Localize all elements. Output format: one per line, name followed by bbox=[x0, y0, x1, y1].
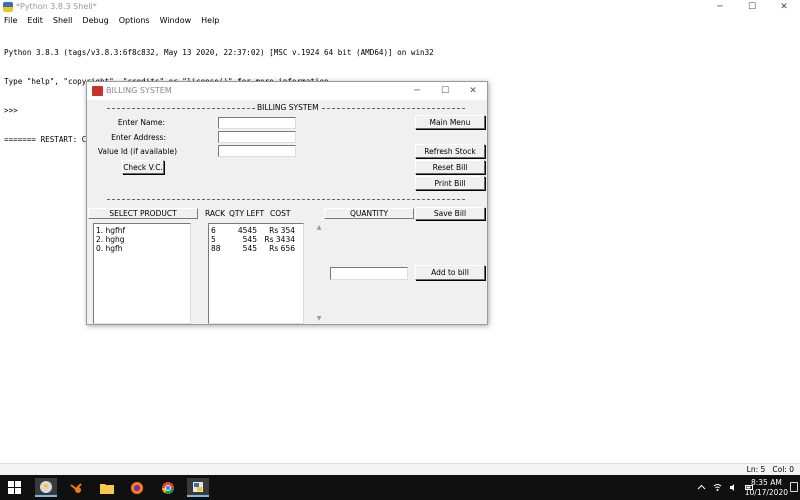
refresh-stock-button[interactable]: Refresh Stock bbox=[415, 144, 485, 158]
divider bbox=[107, 199, 465, 200]
name-field[interactable] bbox=[218, 117, 296, 129]
stock-rack-column: 6 5 88 bbox=[211, 226, 221, 253]
wifi-icon[interactable] bbox=[713, 483, 722, 492]
menu-shell[interactable]: Shell bbox=[53, 15, 73, 27]
close-icon[interactable]: ✕ bbox=[768, 0, 800, 14]
menu-options[interactable]: Options bbox=[119, 15, 150, 27]
menu-file[interactable]: File bbox=[4, 15, 17, 27]
value-id-field[interactable] bbox=[218, 145, 296, 157]
folder-icon[interactable] bbox=[96, 478, 118, 497]
maximize-icon[interactable]: ☐ bbox=[736, 0, 768, 14]
close-icon[interactable]: ✕ bbox=[459, 82, 487, 100]
qty-cell: 4545 bbox=[237, 226, 257, 235]
maximize-icon[interactable]: ☐ bbox=[431, 82, 459, 100]
minimize-icon[interactable]: ─ bbox=[403, 82, 431, 100]
product-listbox[interactable]: 1. hgfhf 2. hghg 0. hgfh bbox=[93, 223, 191, 324]
scroll-down-icon[interactable]: ▼ bbox=[315, 315, 323, 322]
idle-python-icon[interactable] bbox=[35, 478, 57, 497]
save-bill-button[interactable]: Save Bill bbox=[415, 207, 485, 220]
section-heading: BILLING SYSTEM bbox=[256, 103, 320, 112]
stock-cost-column: Rs 354 Rs 3434 Rs 656 bbox=[261, 226, 295, 253]
clock-time: 8:35 AM bbox=[750, 478, 782, 487]
chevron-up-icon[interactable] bbox=[697, 483, 706, 492]
billing-window: BILLING SYSTEM ─ ☐ ✕ BILLING SYSTEM Ente… bbox=[86, 81, 488, 325]
shell-window-controls: ─ ☐ ✕ bbox=[704, 0, 800, 14]
stock-listbox[interactable]: 6 5 88 4545 545 545 Rs 354 Rs 3434 Rs 65… bbox=[208, 223, 304, 324]
menu-debug[interactable]: Debug bbox=[82, 15, 108, 27]
python-icon bbox=[3, 2, 13, 12]
windows-start-icon[interactable] bbox=[8, 481, 21, 494]
list-item[interactable]: 0. hgfh bbox=[96, 244, 188, 253]
python-shell-icon[interactable] bbox=[187, 478, 209, 497]
cost-cell: Rs 354 bbox=[269, 226, 295, 235]
address-label: Enter Address: bbox=[111, 133, 166, 142]
scroll-up-icon[interactable]: ▲ bbox=[315, 224, 323, 231]
menu-help[interactable]: Help bbox=[201, 15, 219, 27]
chrome-icon[interactable] bbox=[157, 478, 179, 497]
list-item[interactable]: 1. hgfhf bbox=[96, 226, 188, 235]
cost-header: COST bbox=[270, 209, 291, 218]
check-vc-button[interactable]: Check V.C. bbox=[122, 160, 164, 174]
rack-cell: 6 bbox=[211, 226, 216, 235]
address-field[interactable] bbox=[218, 131, 296, 143]
blender-icon[interactable] bbox=[65, 478, 87, 497]
qty-cell: 545 bbox=[242, 235, 257, 244]
rack-cell: 5 bbox=[211, 235, 216, 244]
tk-feather-icon bbox=[92, 86, 103, 96]
menu-window[interactable]: Window bbox=[160, 15, 192, 27]
billing-titlebar[interactable]: BILLING SYSTEM ─ ☐ ✕ bbox=[87, 82, 487, 100]
menubar: File Edit Shell Debug Options Window Hel… bbox=[0, 15, 219, 27]
minimize-icon[interactable]: ─ bbox=[704, 0, 736, 14]
cost-cell: Rs 3434 bbox=[264, 235, 295, 244]
cursor-position: Ln: 5 Col: 0 bbox=[746, 465, 794, 474]
quantity-field[interactable] bbox=[330, 267, 408, 280]
shell-titlebar: *Python 3.8.3 Shell* ─ ☐ ✕ bbox=[0, 0, 800, 14]
name-label: Enter Name: bbox=[117, 118, 165, 127]
list-item[interactable]: 2. hghg bbox=[96, 235, 188, 244]
reset-bill-button[interactable]: Reset Bill bbox=[415, 160, 485, 174]
shell-title: *Python 3.8.3 Shell* bbox=[16, 2, 97, 11]
cost-cell: Rs 656 bbox=[269, 244, 295, 253]
clock-date: 10/17/2020 bbox=[744, 488, 788, 497]
rack-cell: 88 bbox=[211, 244, 221, 253]
shell-line: Python 3.8.3 (tags/v3.8.3:6f8c832, May 1… bbox=[4, 48, 434, 58]
taskbar: 8:35 AM 10/17/2020 bbox=[0, 475, 800, 500]
shell-statusbar: Ln: 5 Col: 0 bbox=[0, 463, 800, 475]
select-product-header: SELECT PRODUCT bbox=[88, 208, 198, 219]
taskbar-clock[interactable]: 8:35 AM 10/17/2020 bbox=[745, 478, 788, 498]
qty-cell: 545 bbox=[242, 244, 257, 253]
stock-qty-column: 4545 545 545 bbox=[229, 226, 257, 253]
quantity-header: QUANTITY bbox=[324, 208, 414, 219]
volume-icon[interactable] bbox=[729, 483, 738, 492]
print-bill-button[interactable]: Print Bill bbox=[415, 176, 485, 190]
qty-left-header: QTY LEFT bbox=[229, 209, 265, 218]
menu-edit[interactable]: Edit bbox=[27, 15, 43, 27]
billing-window-controls: ─ ☐ ✕ bbox=[403, 82, 487, 100]
add-to-bill-button[interactable]: Add to bill bbox=[415, 265, 485, 280]
main-menu-button[interactable]: Main Menu bbox=[415, 115, 485, 129]
rack-header: RACK bbox=[205, 209, 226, 218]
notification-icon[interactable] bbox=[790, 482, 798, 492]
value-id-label: Value Id (if available) bbox=[97, 147, 177, 156]
billing-title: BILLING SYSTEM bbox=[106, 86, 172, 95]
firefox-icon[interactable] bbox=[126, 478, 148, 497]
